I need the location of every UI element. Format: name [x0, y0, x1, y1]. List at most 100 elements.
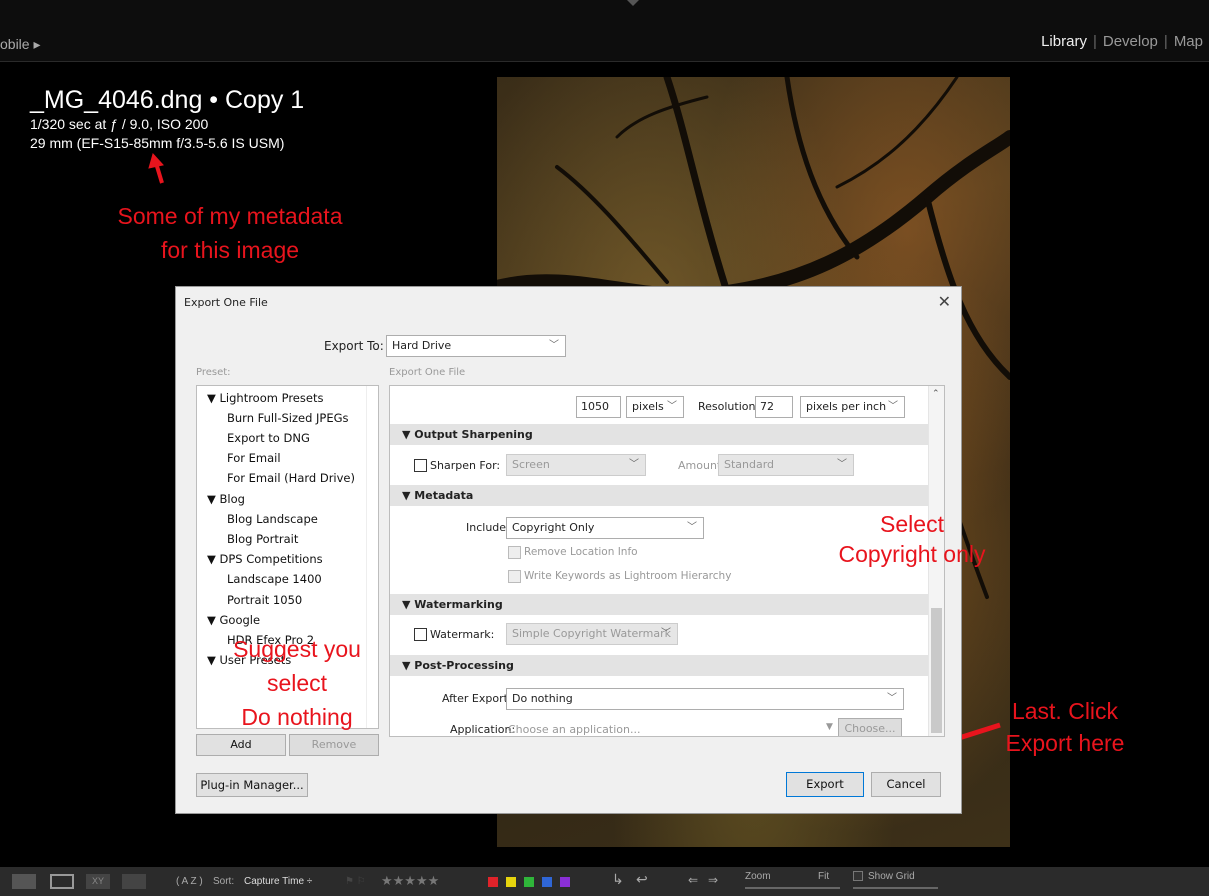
sharpen-for-select[interactable]: Screen ﹀ [506, 454, 646, 476]
size-input[interactable]: 1050 [576, 396, 621, 418]
zoom-slider[interactable] [745, 887, 840, 889]
application-dropdown-icon[interactable]: ▼ [826, 722, 833, 732]
preset-folder[interactable]: ▼ Blog [207, 492, 245, 506]
section-output-sharpening[interactable]: ▼ Output Sharpening [390, 424, 928, 445]
grid-view-icon[interactable] [12, 874, 36, 889]
sharpen-for-value: Screen [512, 458, 550, 471]
chevron-down-icon: ﹀ [629, 459, 639, 470]
remove-location-label: Remove Location Info [524, 546, 638, 558]
chevron-down-icon: ﹀ [887, 693, 897, 704]
after-export-label: After Export: [442, 692, 512, 705]
blue-label-icon[interactable] [542, 877, 552, 887]
annotation-suggest-line3: Do nothing [241, 704, 353, 730]
annotation-metadata-line2: for this image [160, 237, 300, 263]
sharpen-for-label: Sharpen For: [430, 459, 501, 472]
export-to-value: Hard Drive [392, 339, 452, 352]
show-grid-checkbox[interactable] [853, 871, 863, 881]
chevron-down-icon: ﹀ [661, 628, 671, 639]
add-preset-button[interactable]: Add [196, 734, 286, 756]
after-export-select[interactable]: Do nothing ﹀ [506, 688, 904, 710]
write-keywords-checkbox[interactable] [508, 570, 521, 583]
preset-item[interactable]: Portrait 1050 [227, 593, 302, 607]
preset-item[interactable]: Blog Portrait [227, 532, 298, 546]
section-watermarking[interactable]: ▼ Watermarking [390, 594, 928, 615]
chevron-down-icon: ﹀ [549, 340, 559, 351]
purple-label-icon[interactable] [560, 877, 570, 887]
include-select[interactable]: Copyright Only ﹀ [506, 517, 704, 539]
after-export-value: Do nothing [512, 692, 573, 705]
annotation-last-line2: Export here [1005, 730, 1125, 756]
chevron-down-icon: ﹀ [888, 401, 898, 412]
annotation-metadata: Some of my metadata for this image [90, 199, 370, 267]
annotation-suggest: Suggest you select Do nothing [222, 632, 372, 734]
size-unit-select[interactable]: pixels ﹀ [626, 396, 684, 418]
grid-slider[interactable] [853, 887, 938, 889]
chevron-down-icon: ﹀ [667, 401, 677, 412]
sharpen-checkbox[interactable] [414, 459, 427, 472]
application-input[interactable]: Choose an application... [508, 723, 640, 736]
amount-select[interactable]: Standard ﹀ [718, 454, 854, 476]
resolution-unit-value: pixels per inch [806, 400, 887, 413]
preset-item[interactable]: Export to DNG [227, 431, 310, 445]
red-label-icon[interactable] [488, 877, 498, 887]
annotation-metadata-line1: Some of my metadata [117, 203, 343, 229]
preset-folder[interactable]: ▼ Google [207, 613, 260, 627]
previous-icon[interactable]: ⇐ [688, 873, 698, 887]
scrollbar-thumb[interactable] [931, 608, 942, 733]
annotation-select: Select Copyright only [812, 509, 1012, 569]
chevron-down-icon: ﹀ [687, 522, 697, 533]
green-label-icon[interactable] [524, 877, 534, 887]
preset-item[interactable]: Burn Full-Sized JPEGs [227, 411, 349, 425]
close-icon[interactable]: ✕ [938, 292, 951, 311]
sort-select[interactable]: Capture Time ÷ [244, 876, 312, 887]
compare-view-icon[interactable]: XY [86, 874, 110, 889]
cancel-button[interactable]: Cancel [871, 772, 941, 797]
scroll-up-icon[interactable]: ⌃ [932, 389, 940, 399]
preset-item[interactable]: Landscape 1400 [227, 572, 322, 586]
section-metadata[interactable]: ▼ Metadata [390, 485, 928, 506]
plugin-manager-button[interactable]: Plug-in Manager... [196, 773, 308, 797]
include-value: Copyright Only [512, 521, 595, 534]
sort-direction-icon[interactable]: ( A Z ) [176, 876, 203, 887]
export-to-label: Export To: [324, 339, 384, 353]
export-button[interactable]: Export [786, 772, 864, 797]
preset-item[interactable]: Blog Landscape [227, 512, 318, 526]
preset-folder[interactable]: ▼ DPS Competitions [207, 552, 323, 566]
sort-label: Sort: [213, 876, 235, 887]
rotate-left-icon[interactable]: ↳ [612, 871, 624, 888]
watermark-checkbox[interactable] [414, 628, 427, 641]
annotation-suggest-line2: select [266, 670, 328, 696]
rating-stars[interactable]: ★★★★★ [381, 873, 439, 889]
export-to-select[interactable]: Hard Drive ﹀ [386, 335, 566, 357]
section-post-processing[interactable]: ▼ Post-Processing [390, 655, 928, 676]
application-label: Application: [450, 723, 516, 736]
bottom-toolbar: XY ( A Z ) Sort: Capture Time ÷ ⚑ ⚐ ★★★★… [0, 867, 1209, 896]
watermark-value: Simple Copyright Watermark [512, 627, 671, 640]
dialog-title: Export One File [184, 296, 268, 309]
settings-label: Export One File [389, 367, 466, 378]
next-icon[interactable]: ⇒ [708, 873, 718, 887]
choose-application-button[interactable]: Choose... [838, 718, 902, 736]
watermark-select[interactable]: Simple Copyright Watermark ﹀ [506, 623, 678, 645]
flag-icon[interactable]: ⚑ ⚐ [345, 876, 366, 887]
annotation-select-line1: Select [880, 511, 944, 537]
survey-view-icon[interactable] [122, 874, 146, 889]
yellow-label-icon[interactable] [506, 877, 516, 887]
annotation-last: Last. Click Export here [975, 695, 1155, 759]
annotation-last-line1: Last. Click [1011, 698, 1119, 724]
size-unit-value: pixels [632, 400, 664, 413]
annotation-suggest-line1: Suggest you [233, 636, 361, 662]
resolution-unit-select[interactable]: pixels per inch ﹀ [800, 396, 905, 418]
include-label: Include: [466, 521, 510, 534]
resolution-label: Resolution: [698, 400, 760, 413]
loupe-view-icon[interactable] [50, 874, 74, 889]
preset-item[interactable]: For Email (Hard Drive) [227, 471, 355, 485]
rotate-right-icon[interactable]: ↩ [636, 871, 648, 888]
watermark-label: Watermark: [430, 628, 495, 641]
preset-folder[interactable]: ▼ Lightroom Presets [207, 391, 323, 405]
chevron-down-icon: ﹀ [837, 459, 847, 470]
remove-preset-button[interactable]: Remove [289, 734, 379, 756]
remove-location-checkbox[interactable] [508, 546, 521, 559]
resolution-input[interactable]: 72 [755, 396, 793, 418]
preset-item[interactable]: For Email [227, 451, 281, 465]
